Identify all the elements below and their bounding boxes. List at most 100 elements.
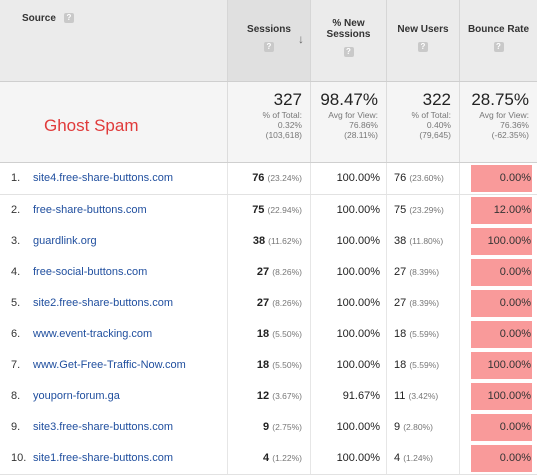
summary-bounce-line3: (-62.35%) xyxy=(491,130,529,140)
summary-bounce-line1: Avg for View: xyxy=(479,110,529,120)
help-icon[interactable]: ? xyxy=(64,13,74,23)
row-number: 1. xyxy=(11,172,21,184)
bounce-rate-cell: 0.00% xyxy=(459,288,537,319)
bounce-rate-column-header[interactable]: Bounce Rate ? xyxy=(459,0,537,81)
sessions-cell: 76 (23.24%) xyxy=(227,163,310,194)
new-users-cell: 76 (23.60%) xyxy=(386,163,459,194)
help-icon[interactable]: ? xyxy=(264,41,274,52)
new-users-value: 27 xyxy=(394,297,407,309)
sessions-value: 27 xyxy=(256,266,270,278)
bounce-rate-cell: 0.00% xyxy=(459,412,537,443)
new-users-percent: (5.59%) xyxy=(409,329,440,339)
sessions-value: 75 xyxy=(252,204,265,216)
sessions-percent: (22.94%) xyxy=(267,205,303,215)
new-sessions-value: 100.00% xyxy=(310,443,386,474)
new-users-percent: (3.42%) xyxy=(408,391,439,401)
sessions-percent: (1.22%) xyxy=(272,453,302,463)
new-users-column-header[interactable]: New Users ? xyxy=(386,0,459,81)
bounce-rate-cell: 0.00% xyxy=(459,257,537,288)
sessions-value: 9 xyxy=(263,421,270,433)
new-users-percent: (11.80%) xyxy=(409,236,444,246)
help-icon[interactable]: ? xyxy=(418,41,428,52)
new-sessions-header-line2: Sessions xyxy=(326,29,371,40)
new-users-cell: 18 (5.59%) xyxy=(386,350,459,381)
sessions-value: 38 xyxy=(252,235,266,247)
sessions-percent: (5.50%) xyxy=(272,329,302,339)
source-link[interactable]: youporn-forum.ga xyxy=(33,381,227,412)
new-users-cell: 11 (3.42%) xyxy=(386,381,459,412)
new-sessions-value: 100.00% xyxy=(310,350,386,381)
new-users-percent: (23.29%) xyxy=(409,205,444,215)
new-users-cell: 9 (2.80%) xyxy=(386,412,459,443)
bounce-rate-cell: 0.00% xyxy=(459,319,537,350)
summary-label-cell: Ghost Spam xyxy=(0,82,227,162)
row-number: 9. xyxy=(11,421,21,433)
source-link[interactable]: site2.free-share-buttons.com xyxy=(33,288,227,319)
table-row: 4. free-social-buttons.com 27 (8.26%) 10… xyxy=(0,257,537,289)
source-link[interactable]: www.Get-Free-Traffic-Now.com xyxy=(33,350,227,381)
sessions-cell: 38 (11.62%) xyxy=(227,226,310,257)
source-column-header[interactable]: Source ? xyxy=(0,0,227,81)
table-row: 3. guardlink.org 38 (11.62%) 100.00% 38 … xyxy=(0,226,537,258)
source-link[interactable]: site4.free-share-buttons.com xyxy=(33,163,227,194)
analytics-report: Source ? Sessions ? ↓ % New Sessions ? N… xyxy=(0,0,537,475)
sort-descending-icon[interactable]: ↓ xyxy=(298,32,304,46)
summary-new-users-line3: (79,645) xyxy=(419,130,451,140)
source-link[interactable]: site1.free-share-buttons.com xyxy=(33,443,227,474)
new-users-percent: (2.80%) xyxy=(403,422,433,432)
source-link[interactable]: site3.free-share-buttons.com xyxy=(33,412,227,443)
source-link[interactable]: www.event-tracking.com xyxy=(33,319,227,350)
new-users-cell: 18 (5.59%) xyxy=(386,319,459,350)
help-icon[interactable]: ? xyxy=(343,46,354,57)
source-link[interactable]: free-share-buttons.com xyxy=(33,195,227,226)
row-number: 7. xyxy=(11,359,21,371)
summary-bounce-line2: 76.36% xyxy=(500,120,529,130)
summary-new-users-line2: 0.40% xyxy=(426,120,451,130)
new-users-cell: 38 (11.80%) xyxy=(386,226,459,257)
new-sessions-value: 100.00% xyxy=(310,257,386,288)
summary-new-sessions-line3: (28.11%) xyxy=(344,130,378,140)
new-users-header-label: New Users xyxy=(397,24,449,35)
new-sessions-column-header[interactable]: % New Sessions ? xyxy=(310,0,386,81)
sessions-cell: 75 (22.94%) xyxy=(227,195,310,226)
sessions-cell: 4 (1.22%) xyxy=(227,443,310,474)
new-users-value: 18 xyxy=(394,359,407,371)
summary-sessions: 327 % of Total: 0.32% (103,618) xyxy=(227,82,310,162)
new-users-percent: (8.39%) xyxy=(409,298,440,308)
summary-bounce-rate: 28.75% Avg for View: 76.36% (-62.35%) xyxy=(459,82,537,162)
summary-sessions-value: 327 xyxy=(273,90,302,109)
bounce-rate-cell: 0.00% xyxy=(459,163,537,194)
summary-new-sessions-line1: Avg for View: xyxy=(328,110,378,120)
new-users-value: 4 xyxy=(394,452,401,464)
sessions-cell: 18 (5.50%) xyxy=(227,350,310,381)
help-icon[interactable]: ? xyxy=(493,41,504,52)
new-users-value: 75 xyxy=(394,204,407,216)
sessions-value: 4 xyxy=(263,452,270,464)
new-users-value: 76 xyxy=(394,172,407,184)
summary-sessions-line1: % of Total: xyxy=(262,110,302,120)
summary-new-users-line1: % of Total: xyxy=(411,110,451,120)
sessions-cell: 27 (8.26%) xyxy=(227,288,310,319)
new-users-value: 9 xyxy=(394,421,401,433)
new-users-cell: 75 (23.29%) xyxy=(386,195,459,226)
table-row: 6. www.event-tracking.com 18 (5.50%) 100… xyxy=(0,319,537,351)
row-number: 8. xyxy=(11,390,21,402)
new-users-cell: 27 (8.39%) xyxy=(386,288,459,319)
summary-new-sessions-line2: 76.86% xyxy=(349,120,378,130)
new-users-value: 18 xyxy=(394,328,407,340)
source-link[interactable]: free-social-buttons.com xyxy=(33,257,227,288)
new-sessions-value: 91.67% xyxy=(310,381,386,412)
bounce-rate-value: 0.00% xyxy=(499,266,531,278)
bounce-rate-value: 0.00% xyxy=(499,328,531,340)
bounce-rate-value: 0.00% xyxy=(499,421,531,433)
new-users-percent: (5.59%) xyxy=(409,360,440,370)
sessions-column-header[interactable]: Sessions ? ↓ xyxy=(227,0,310,81)
bounce-rate-value: 100.00% xyxy=(487,390,531,402)
table-header: Source ? Sessions ? ↓ % New Sessions ? N… xyxy=(0,0,537,82)
source-link[interactable]: guardlink.org xyxy=(33,226,227,257)
summary-bounce-value: 28.75% xyxy=(471,90,529,109)
sessions-percent: (23.24%) xyxy=(267,173,303,183)
row-number: 4. xyxy=(11,266,21,278)
bounce-rate-cell: 0.00% xyxy=(459,443,537,474)
new-users-percent: (23.60%) xyxy=(409,173,444,183)
